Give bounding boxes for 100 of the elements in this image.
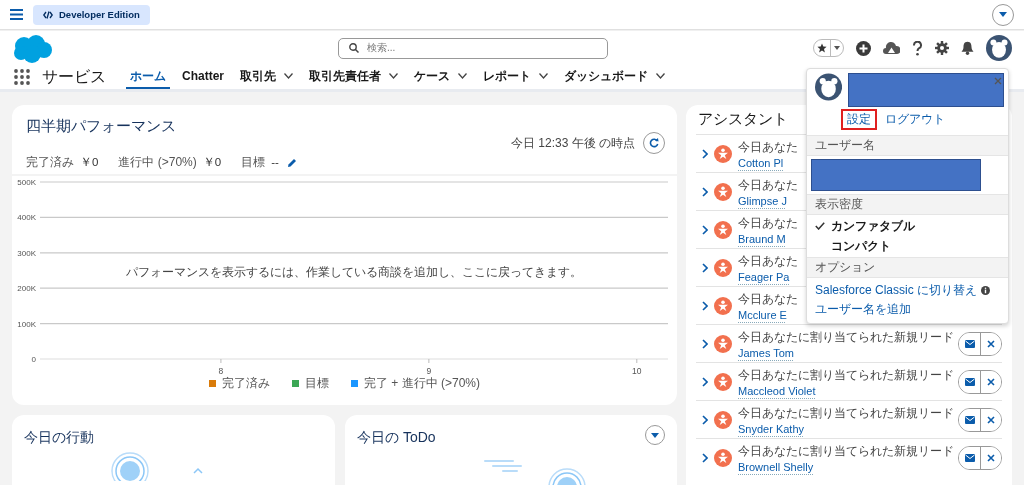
axis-label: 300K xyxy=(17,248,36,258)
cloud-logo[interactable] xyxy=(12,33,52,63)
close-icon xyxy=(987,377,995,386)
notification-text: 今日あなた xyxy=(738,290,798,308)
notification-text: 今日あなたに割り当てられた新規リード xyxy=(738,366,954,384)
stat-value: ￥0 xyxy=(80,155,99,170)
caret-icon xyxy=(834,46,840,50)
edit-icon[interactable] xyxy=(286,158,297,168)
notification-text: 今日あなたに割り当てられた新規リード xyxy=(738,404,954,422)
star-icon xyxy=(817,43,827,53)
menu-link[interactable]: 設定 xyxy=(841,109,877,130)
timestamp: 今日 12:33 午後 の時点 xyxy=(510,134,635,152)
dismiss-button[interactable] xyxy=(980,408,1001,431)
chevron-right-icon[interactable] xyxy=(702,224,708,235)
notification-text: 今日あなた xyxy=(738,252,798,270)
section-heading: 表示密度 xyxy=(807,194,1008,215)
favorites-button[interactable] xyxy=(813,39,844,57)
lead-link[interactable]: Snyder Kathy xyxy=(738,422,805,435)
info-icon[interactable] xyxy=(981,286,991,295)
stat-label: 目標 xyxy=(241,154,266,171)
nav-tab[interactable]: 取引先 xyxy=(236,65,297,89)
card-title: 四半期パフォーマンス xyxy=(25,116,177,136)
lead-link[interactable]: Cotton Pl xyxy=(738,156,784,169)
nav-tab[interactable]: レポート xyxy=(479,65,552,89)
card-title: アシスタント xyxy=(697,109,789,129)
refresh-icon xyxy=(649,138,659,148)
settings-icon[interactable] xyxy=(935,41,949,55)
help-icon[interactable] xyxy=(912,40,923,56)
notification-text: 今日あなた xyxy=(738,138,798,156)
nav-tab[interactable]: ダッシュボード xyxy=(560,65,669,89)
lead-icon xyxy=(714,182,732,201)
chevron-down-icon[interactable] xyxy=(458,73,467,79)
refresh-button[interactable] xyxy=(643,132,665,154)
avatar-icon xyxy=(815,73,843,101)
avatar-icon xyxy=(986,35,1012,61)
lead-link[interactable]: Braund M xyxy=(738,232,786,245)
chevron-down-icon[interactable] xyxy=(656,73,665,79)
axis-label: 400K xyxy=(17,213,36,223)
lead-link[interactable]: James Tom xyxy=(738,346,795,359)
lead-link[interactable]: Brownell Shelly xyxy=(738,460,814,473)
dismiss-button[interactable] xyxy=(980,446,1001,469)
dismiss-button[interactable] xyxy=(980,370,1001,393)
nav-tab[interactable]: 取引先責任者 xyxy=(305,65,402,89)
notifications-icon[interactable] xyxy=(961,41,974,55)
nav-tab[interactable]: ケース xyxy=(410,65,471,89)
mail-icon xyxy=(964,453,975,462)
axis-label: 500K xyxy=(17,178,36,187)
caret-icon xyxy=(651,432,659,438)
axis-label: 0 xyxy=(31,355,36,364)
chevron-right-icon[interactable] xyxy=(702,262,708,273)
legend-item: 目標 xyxy=(292,375,329,392)
nav-tab[interactable]: ホーム xyxy=(126,65,170,89)
chevron-down-icon[interactable] xyxy=(539,73,548,79)
lead-link[interactable]: Maccleod Violet xyxy=(738,384,816,397)
lead-icon xyxy=(714,144,732,163)
code-icon xyxy=(43,10,53,19)
chevron-right-icon[interactable] xyxy=(702,414,708,425)
lead-icon xyxy=(714,372,732,391)
lead-link[interactable]: Feager Pa xyxy=(738,270,790,283)
search-field[interactable]: 検索... xyxy=(338,37,608,59)
close-icon xyxy=(987,453,995,462)
add-icon[interactable] xyxy=(856,40,871,56)
tick-mark xyxy=(220,358,222,364)
app-launcher-icon[interactable] xyxy=(14,69,30,85)
lead-icon xyxy=(714,448,732,467)
chevron-down-icon[interactable] xyxy=(389,73,398,79)
axis-label: 10 xyxy=(632,366,642,376)
lead-link[interactable]: Mcclure E xyxy=(738,308,787,321)
nav-tab[interactable]: Chatter xyxy=(178,65,228,89)
chevron-right-icon[interactable] xyxy=(702,452,708,463)
lead-link[interactable]: Glimpse J xyxy=(738,194,787,207)
avatar-button[interactable] xyxy=(986,35,1012,61)
section-heading: ユーザー名 xyxy=(807,135,1008,156)
tick-mark xyxy=(636,358,638,364)
dropdown-button[interactable] xyxy=(645,425,665,445)
empty-chart-message: パフォーマンスを表示するには、作業している商談を追加し、ここに戻ってきます。 xyxy=(126,265,582,279)
tick-mark xyxy=(428,358,430,364)
menu-link[interactable]: Salesforce Classic に切り替え xyxy=(815,282,978,299)
density-option[interactable]: カンファタブル xyxy=(807,216,1008,236)
card-title: 今日の行動 xyxy=(23,428,95,447)
dismiss-button[interactable] xyxy=(980,332,1001,355)
legend-item: 完了 + 進行中 (>70%) xyxy=(351,375,480,392)
caret-icon xyxy=(999,12,1007,17)
chevron-right-icon[interactable] xyxy=(702,148,708,159)
lead-icon xyxy=(714,258,732,277)
chevron-right-icon[interactable] xyxy=(702,300,708,311)
chevron-right-icon[interactable] xyxy=(702,376,708,387)
chevron-right-icon[interactable] xyxy=(702,186,708,197)
edition-badge[interactable]: Developer Edition xyxy=(33,4,150,25)
menu-icon[interactable] xyxy=(10,9,23,20)
chevron-down-icon[interactable] xyxy=(284,73,293,79)
app-name: サービス xyxy=(42,66,106,87)
menu-link[interactable]: ログアウト xyxy=(879,109,951,130)
chevron-right-icon[interactable] xyxy=(702,338,708,349)
legend-item: 完了済み xyxy=(209,375,270,392)
cloud-icon[interactable] xyxy=(883,41,900,55)
menu-link[interactable]: ユーザー名を追加 xyxy=(815,301,911,318)
density-option[interactable]: コンパクト xyxy=(807,236,1008,256)
lead-icon xyxy=(714,410,732,429)
dropdown-button[interactable] xyxy=(992,3,1014,26)
